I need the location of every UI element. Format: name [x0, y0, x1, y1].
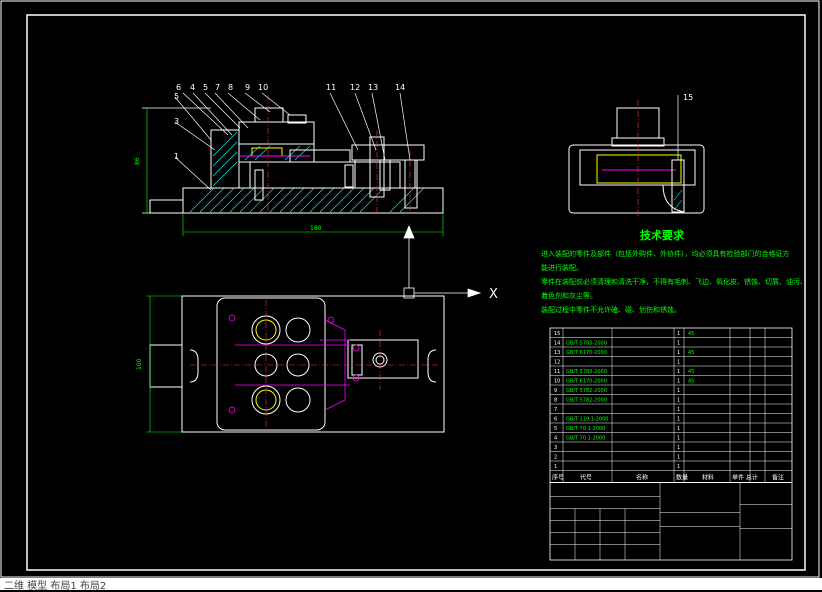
bom-no: 9	[554, 388, 557, 394]
bom-code: GB/T 70.1-2000	[566, 426, 605, 432]
tech-note-2: 能进行装配。	[541, 263, 583, 272]
bom-header-qty: 数量	[676, 474, 688, 482]
bom-no: 2	[554, 455, 557, 461]
label-14: 14	[395, 83, 405, 92]
axis-x-label: X	[489, 287, 498, 302]
bom-qty: 1	[677, 331, 680, 337]
bom-qty: 1	[677, 464, 680, 470]
tech-note-1: 进入装配的零件及部件（包括外购件、外协件），均必须具有检验部门的合格证方	[541, 249, 790, 258]
front-section-view: 6 4 5 7 8 9 10 11 12 13 14 5 3 1 86 180	[134, 83, 444, 236]
bom-code: GB/T 5783-2000	[566, 369, 607, 375]
bom-code: GB/T 70.1-2000	[566, 436, 605, 442]
bom-code: GB/T 6170-2000	[566, 379, 607, 385]
bom-qty: 1	[677, 388, 680, 394]
label-7: 7	[215, 83, 220, 92]
label-11: 11	[326, 83, 336, 92]
bom-qty: 1	[677, 417, 680, 423]
bom-no: 5	[554, 426, 557, 432]
label-1: 1	[174, 152, 179, 161]
bom-mat: 45	[688, 350, 694, 356]
label-8: 8	[228, 83, 233, 92]
label-10: 10	[258, 83, 268, 92]
tech-note-5: 装配过程中零件不允许磕、碰、划伤和锈蚀。	[541, 305, 681, 314]
label-4: 4	[190, 83, 195, 92]
dim-height-front: 86	[134, 157, 141, 165]
bom-mat: 45	[688, 379, 694, 385]
bom-no: 1	[554, 464, 557, 470]
label-9: 9	[245, 83, 250, 92]
bom-qty: 1	[677, 350, 680, 356]
bom-no: 11	[554, 369, 560, 375]
bom-qty: 1	[677, 407, 680, 413]
bom-code: GB/T 5783-2000	[566, 341, 607, 347]
dim-width: 180	[310, 225, 322, 232]
label-15: 15	[683, 93, 693, 102]
bom-no: 8	[554, 398, 557, 404]
bom-code: GB/T 5782-2000	[566, 398, 607, 404]
tech-note-3: 零件在装配前必须清理和清洗干净，不得有毛刺、飞边、氧化皮、锈蚀、切屑、油污、	[541, 277, 807, 286]
bom-qty: 1	[677, 369, 680, 375]
bom-no: 15	[554, 331, 560, 337]
label-13: 13	[368, 83, 378, 92]
view-direction	[403, 224, 482, 299]
label-3: 3	[174, 117, 179, 126]
bom-header-no: 序号	[552, 474, 564, 482]
title-block	[549, 482, 793, 561]
bom-header-note: 备注	[772, 474, 784, 482]
bom-qty: 1	[677, 360, 680, 366]
status-bar: 二维 模型 布局1 布局2	[0, 578, 822, 592]
label-5b: 5	[174, 92, 179, 101]
tech-note-4: 着色剂和灰尘等。	[541, 291, 597, 300]
bom-qty: 1	[677, 436, 680, 442]
plan-view: 100	[136, 295, 445, 433]
bom-code: GB/T 119.1-2000	[566, 417, 608, 423]
bom-header-code: 代号	[580, 474, 592, 482]
bom-no: 14	[554, 341, 560, 347]
cad-drawing-canvas[interactable]: 6 4 5 7 8 9 10 11 12 13 14 5 3 1 86 180 …	[0, 0, 822, 590]
bill-of-materials: 15 1 4514 GB/T 5783-2000 113 GB/T 6170-2000 1 4…	[549, 327, 793, 561]
bom-no: 3	[554, 445, 557, 451]
bom-header-weight: 单件 总计	[732, 474, 758, 482]
tech-requirements: 技术要求 进入装配的零件及部件（包括外购件、外协件），均必须具有检验部门的合格证…	[541, 228, 807, 314]
bom-mat: 45	[688, 331, 694, 337]
bom-code: GB/T 5782-2000	[566, 388, 607, 394]
bom-qty: 1	[677, 398, 680, 404]
bom-no: 12	[554, 360, 560, 366]
bom-no: 4	[554, 436, 557, 442]
bom-header-name: 名称	[636, 474, 648, 482]
bom-no: 7	[554, 407, 557, 413]
bom-mat: 45	[688, 369, 694, 375]
bom-no: 10	[554, 379, 560, 385]
bom-qty: 1	[677, 445, 680, 451]
outer-frame	[0, 0, 820, 578]
bom-qty: 1	[677, 455, 680, 461]
bom-header-mat: 材料	[702, 474, 714, 482]
bom-code: GB/T 6170-2000	[566, 350, 607, 356]
side-view: 15	[568, 93, 705, 218]
bom-no: 6	[554, 417, 557, 423]
bom-qty: 1	[677, 426, 680, 432]
label-6: 6	[176, 83, 181, 92]
bom-qty: 1	[677, 379, 680, 385]
label-12: 12	[350, 83, 360, 92]
tech-title: 技术要求	[640, 228, 685, 242]
dim-height-plan: 100	[136, 358, 143, 370]
bom-qty: 1	[677, 341, 680, 347]
bom-no: 13	[554, 350, 560, 356]
label-5: 5	[203, 83, 208, 92]
